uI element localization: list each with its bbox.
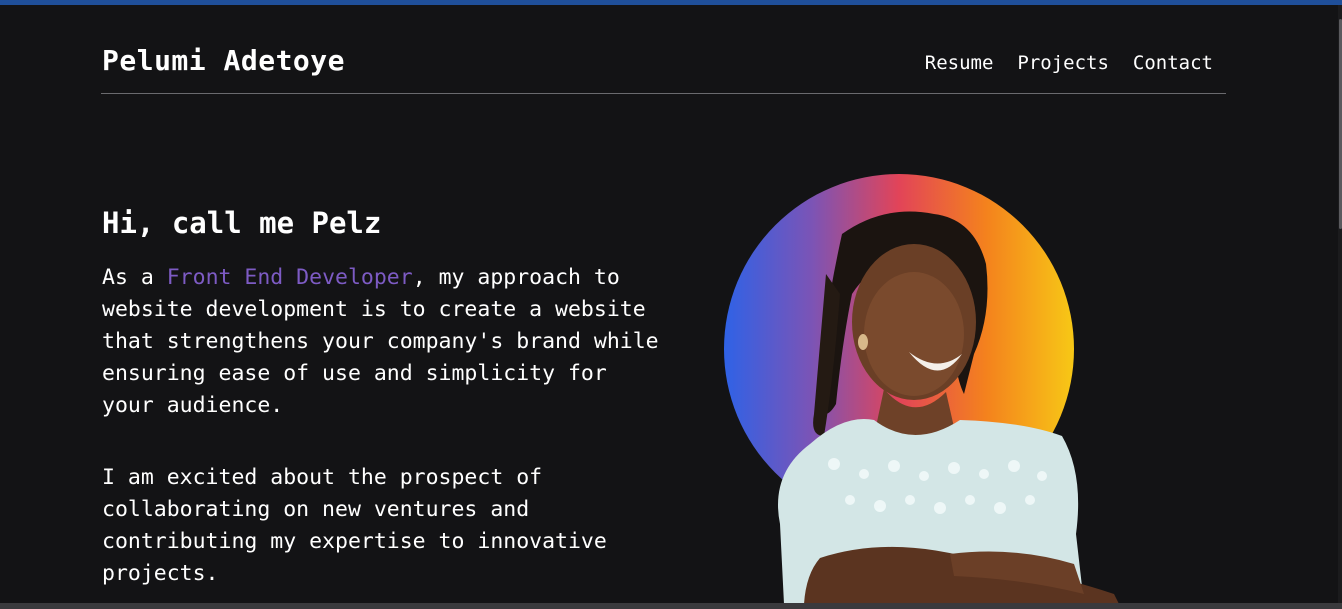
hero-second-paragraph: I am excited about the prospect of colla… [102, 465, 607, 586]
nav-link-resume[interactable]: Resume [925, 52, 994, 74]
horizontal-scrollbar[interactable] [0, 603, 1342, 609]
main-nav: Resume Projects Contact [925, 52, 1213, 74]
site-brand[interactable]: Pelumi Adetoye [102, 44, 345, 77]
hero-greeting: Hi, call me Pelz [102, 206, 382, 240]
hero-text: Hi, call me Pelz As a Front End Develope… [102, 206, 662, 590]
nav-link-projects[interactable]: Projects [1017, 52, 1109, 74]
page-scrollbar[interactable] [1338, 5, 1342, 609]
intro-role-highlight: Front End Developer [166, 265, 413, 290]
hero-intro-paragraph: As a Front End Developer, my approach to… [102, 262, 662, 422]
site-header: Pelumi Adetoye Resume Projects Contact [101, 38, 1226, 94]
intro-prefix: As a [102, 265, 167, 290]
browser-top-strip [0, 0, 1342, 5]
portrait-image [778, 211, 1119, 604]
portrait-area [724, 174, 1164, 604]
nav-link-contact[interactable]: Contact [1133, 52, 1213, 74]
